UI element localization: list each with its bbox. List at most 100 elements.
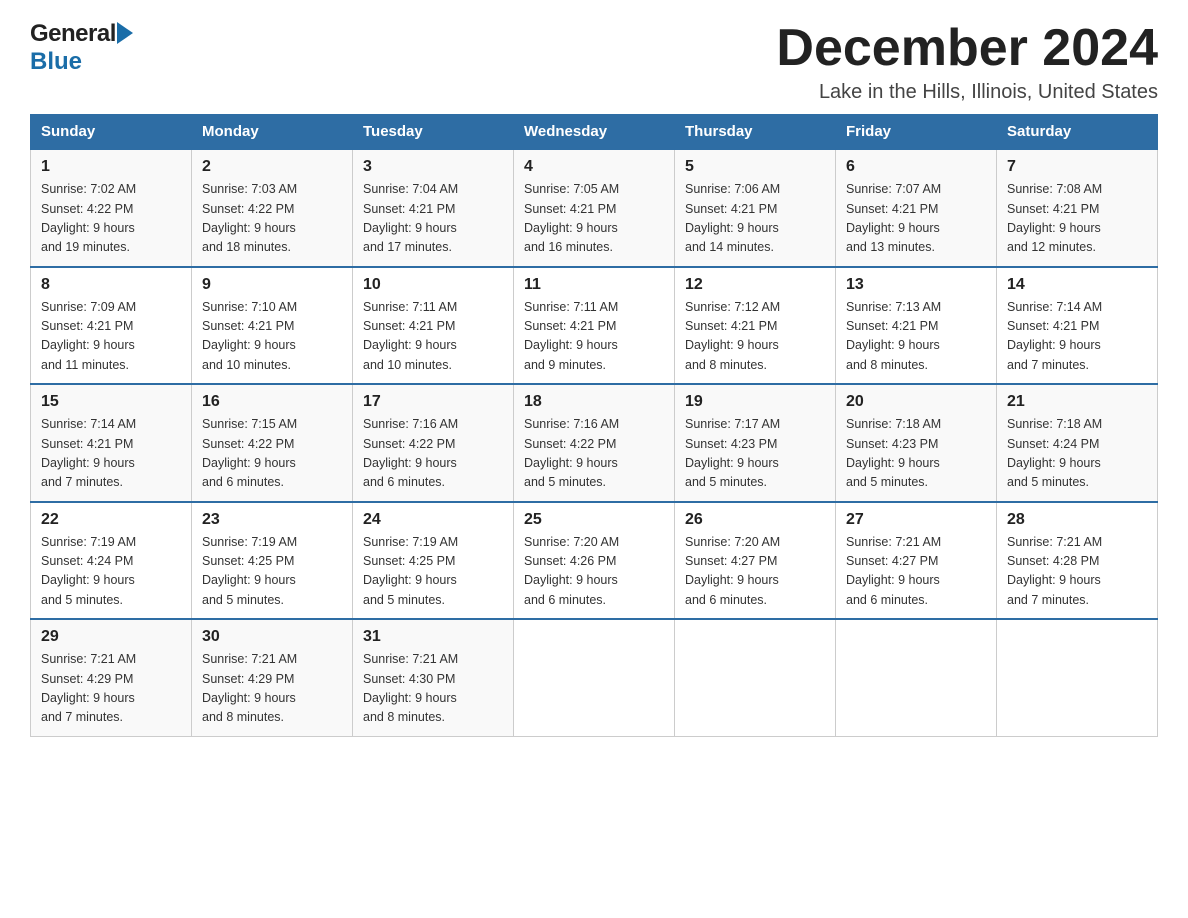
day-number: 12 bbox=[685, 276, 825, 294]
calendar-day-cell: 2Sunrise: 7:03 AMSunset: 4:22 PMDaylight… bbox=[192, 149, 353, 267]
day-info: Sunrise: 7:18 AMSunset: 4:23 PMDaylight:… bbox=[846, 415, 986, 493]
calendar-day-cell: 10 Sunrise: 7:11 AMSunset: 4:21 PMDayligh… bbox=[353, 267, 514, 385]
day-number: 22 bbox=[41, 511, 181, 529]
day-number: 13 bbox=[846, 276, 986, 294]
day-info: Sunrise: 7:21 AMSunset: 4:30 PMDaylight:… bbox=[363, 650, 503, 728]
calendar-day-cell: 31 Sunrise: 7:21 AMSunset: 4:30 PMDayligh… bbox=[353, 619, 514, 736]
calendar-day-cell: 20 Sunrise: 7:18 AMSunset: 4:23 PMDayligh… bbox=[836, 384, 997, 502]
calendar-day-cell: 21Sunrise: 7:18 AMSunset: 4:24 PMDayligh… bbox=[997, 384, 1158, 502]
calendar-day-cell: 9Sunrise: 7:10 AMSunset: 4:21 PMDaylight… bbox=[192, 267, 353, 385]
day-number: 26 bbox=[685, 511, 825, 529]
calendar-day-cell: 13 Sunrise: 7:13 AMSunset: 4:21 PMDayligh… bbox=[836, 267, 997, 385]
day-number: 11 bbox=[524, 276, 664, 294]
day-of-week-header: Wednesday bbox=[514, 115, 675, 150]
day-info: Sunrise: 7:19 AMSunset: 4:25 PMDaylight:… bbox=[363, 533, 503, 611]
calendar-week-row: 1Sunrise: 7:02 AMSunset: 4:22 PMDaylight… bbox=[31, 149, 1158, 267]
day-number: 5 bbox=[685, 158, 825, 176]
day-info: Sunrise: 7:14 AMSunset: 4:21 PMDaylight:… bbox=[1007, 298, 1147, 376]
day-info: Sunrise: 7:21 AMSunset: 4:27 PMDaylight:… bbox=[846, 533, 986, 611]
calendar-day-cell: 4 Sunrise: 7:05 AMSunset: 4:21 PMDaylight… bbox=[514, 149, 675, 267]
day-info: Sunrise: 7:21 AMSunset: 4:29 PMDaylight:… bbox=[202, 650, 342, 728]
calendar-day-cell: 6 Sunrise: 7:07 AMSunset: 4:21 PMDaylight… bbox=[836, 149, 997, 267]
calendar-day-cell: 17 Sunrise: 7:16 AMSunset: 4:22 PMDayligh… bbox=[353, 384, 514, 502]
day-info: Sunrise: 7:20 AMSunset: 4:26 PMDaylight:… bbox=[524, 533, 664, 611]
day-number: 19 bbox=[685, 393, 825, 411]
calendar-day-cell bbox=[836, 619, 997, 736]
calendar-table: SundayMondayTuesdayWednesdayThursdayFrid… bbox=[30, 114, 1158, 737]
day-info: Sunrise: 7:19 AMSunset: 4:25 PMDaylight:… bbox=[202, 533, 342, 611]
day-info: Sunrise: 7:14 AMSunset: 4:21 PMDaylight:… bbox=[41, 415, 181, 493]
day-of-week-header: Monday bbox=[192, 115, 353, 150]
calendar-day-cell: 19 Sunrise: 7:17 AMSunset: 4:23 PMDayligh… bbox=[675, 384, 836, 502]
day-number: 21 bbox=[1007, 393, 1147, 411]
day-of-week-header: Saturday bbox=[997, 115, 1158, 150]
day-number: 27 bbox=[846, 511, 986, 529]
day-info: Sunrise: 7:12 AMSunset: 4:21 PMDaylight:… bbox=[685, 298, 825, 376]
calendar-day-cell: 29Sunrise: 7:21 AMSunset: 4:29 PMDayligh… bbox=[31, 619, 192, 736]
day-number: 25 bbox=[524, 511, 664, 529]
calendar-day-cell: 7 Sunrise: 7:08 AMSunset: 4:21 PMDaylight… bbox=[997, 149, 1158, 267]
day-number: 9 bbox=[202, 276, 342, 294]
day-info: Sunrise: 7:15 AMSunset: 4:22 PMDaylight:… bbox=[202, 415, 342, 493]
calendar-day-cell: 8Sunrise: 7:09 AMSunset: 4:21 PMDaylight… bbox=[31, 267, 192, 385]
logo-blue-text: Blue bbox=[30, 48, 82, 76]
calendar-header-row: SundayMondayTuesdayWednesdayThursdayFrid… bbox=[31, 115, 1158, 150]
calendar-day-cell: 28 Sunrise: 7:21 AMSunset: 4:28 PMDayligh… bbox=[997, 502, 1158, 620]
logo: General Blue bbox=[30, 20, 133, 76]
day-info: Sunrise: 7:16 AMSunset: 4:22 PMDaylight:… bbox=[363, 415, 503, 493]
day-number: 24 bbox=[363, 511, 503, 529]
day-number: 6 bbox=[846, 158, 986, 176]
calendar-day-cell: 3Sunrise: 7:04 AMSunset: 4:21 PMDaylight… bbox=[353, 149, 514, 267]
calendar-day-cell bbox=[675, 619, 836, 736]
day-info: Sunrise: 7:09 AMSunset: 4:21 PMDaylight:… bbox=[41, 298, 181, 376]
day-of-week-header: Thursday bbox=[675, 115, 836, 150]
day-info: Sunrise: 7:17 AMSunset: 4:23 PMDaylight:… bbox=[685, 415, 825, 493]
day-number: 28 bbox=[1007, 511, 1147, 529]
day-info: Sunrise: 7:07 AMSunset: 4:21 PMDaylight:… bbox=[846, 180, 986, 258]
day-number: 7 bbox=[1007, 158, 1147, 176]
day-number: 14 bbox=[1007, 276, 1147, 294]
calendar-day-cell: 1Sunrise: 7:02 AMSunset: 4:22 PMDaylight… bbox=[31, 149, 192, 267]
day-info: Sunrise: 7:13 AMSunset: 4:21 PMDaylight:… bbox=[846, 298, 986, 376]
day-info: Sunrise: 7:21 AMSunset: 4:28 PMDaylight:… bbox=[1007, 533, 1147, 611]
day-info: Sunrise: 7:11 AMSunset: 4:21 PMDaylight:… bbox=[363, 298, 503, 376]
day-number: 31 bbox=[363, 628, 503, 646]
calendar-day-cell: 16Sunrise: 7:15 AMSunset: 4:22 PMDayligh… bbox=[192, 384, 353, 502]
day-info: Sunrise: 7:08 AMSunset: 4:21 PMDaylight:… bbox=[1007, 180, 1147, 258]
day-number: 20 bbox=[846, 393, 986, 411]
calendar-week-row: 15Sunrise: 7:14 AMSunset: 4:21 PMDayligh… bbox=[31, 384, 1158, 502]
day-number: 2 bbox=[202, 158, 342, 176]
day-number: 30 bbox=[202, 628, 342, 646]
day-of-week-header: Sunday bbox=[31, 115, 192, 150]
day-of-week-header: Tuesday bbox=[353, 115, 514, 150]
day-info: Sunrise: 7:19 AMSunset: 4:24 PMDaylight:… bbox=[41, 533, 181, 611]
calendar-day-cell: 11 Sunrise: 7:11 AMSunset: 4:21 PMDayligh… bbox=[514, 267, 675, 385]
day-info: Sunrise: 7:06 AMSunset: 4:21 PMDaylight:… bbox=[685, 180, 825, 258]
day-number: 17 bbox=[363, 393, 503, 411]
calendar-day-cell: 25 Sunrise: 7:20 AMSunset: 4:26 PMDayligh… bbox=[514, 502, 675, 620]
calendar-day-cell: 26 Sunrise: 7:20 AMSunset: 4:27 PMDayligh… bbox=[675, 502, 836, 620]
day-number: 4 bbox=[524, 158, 664, 176]
calendar-day-cell: 18Sunrise: 7:16 AMSunset: 4:22 PMDayligh… bbox=[514, 384, 675, 502]
calendar-week-row: 8Sunrise: 7:09 AMSunset: 4:21 PMDaylight… bbox=[31, 267, 1158, 385]
logo-triangle-icon bbox=[117, 22, 133, 44]
day-info: Sunrise: 7:20 AMSunset: 4:27 PMDaylight:… bbox=[685, 533, 825, 611]
day-of-week-header: Friday bbox=[836, 115, 997, 150]
title-section: December 2024 Lake in the Hills, Illinoi… bbox=[776, 20, 1158, 104]
location-subtitle: Lake in the Hills, Illinois, United Stat… bbox=[776, 81, 1158, 104]
day-info: Sunrise: 7:16 AMSunset: 4:22 PMDaylight:… bbox=[524, 415, 664, 493]
calendar-week-row: 22 Sunrise: 7:19 AMSunset: 4:24 PMDayligh… bbox=[31, 502, 1158, 620]
day-number: 1 bbox=[41, 158, 181, 176]
day-info: Sunrise: 7:05 AMSunset: 4:21 PMDaylight:… bbox=[524, 180, 664, 258]
calendar-day-cell bbox=[997, 619, 1158, 736]
calendar-day-cell: 23 Sunrise: 7:19 AMSunset: 4:25 PMDayligh… bbox=[192, 502, 353, 620]
day-info: Sunrise: 7:04 AMSunset: 4:21 PMDaylight:… bbox=[363, 180, 503, 258]
calendar-day-cell: 30 Sunrise: 7:21 AMSunset: 4:29 PMDayligh… bbox=[192, 619, 353, 736]
calendar-day-cell: 22 Sunrise: 7:19 AMSunset: 4:24 PMDayligh… bbox=[31, 502, 192, 620]
day-number: 10 bbox=[363, 276, 503, 294]
calendar-day-cell: 5 Sunrise: 7:06 AMSunset: 4:21 PMDaylight… bbox=[675, 149, 836, 267]
calendar-week-row: 29 Sunrise: 7:21 AMSunset: 4:29 PMDayligh… bbox=[31, 619, 1158, 736]
day-info: Sunrise: 7:11 AMSunset: 4:21 PMDaylight:… bbox=[524, 298, 664, 376]
day-number: 23 bbox=[202, 511, 342, 529]
day-number: 29 bbox=[41, 628, 181, 646]
